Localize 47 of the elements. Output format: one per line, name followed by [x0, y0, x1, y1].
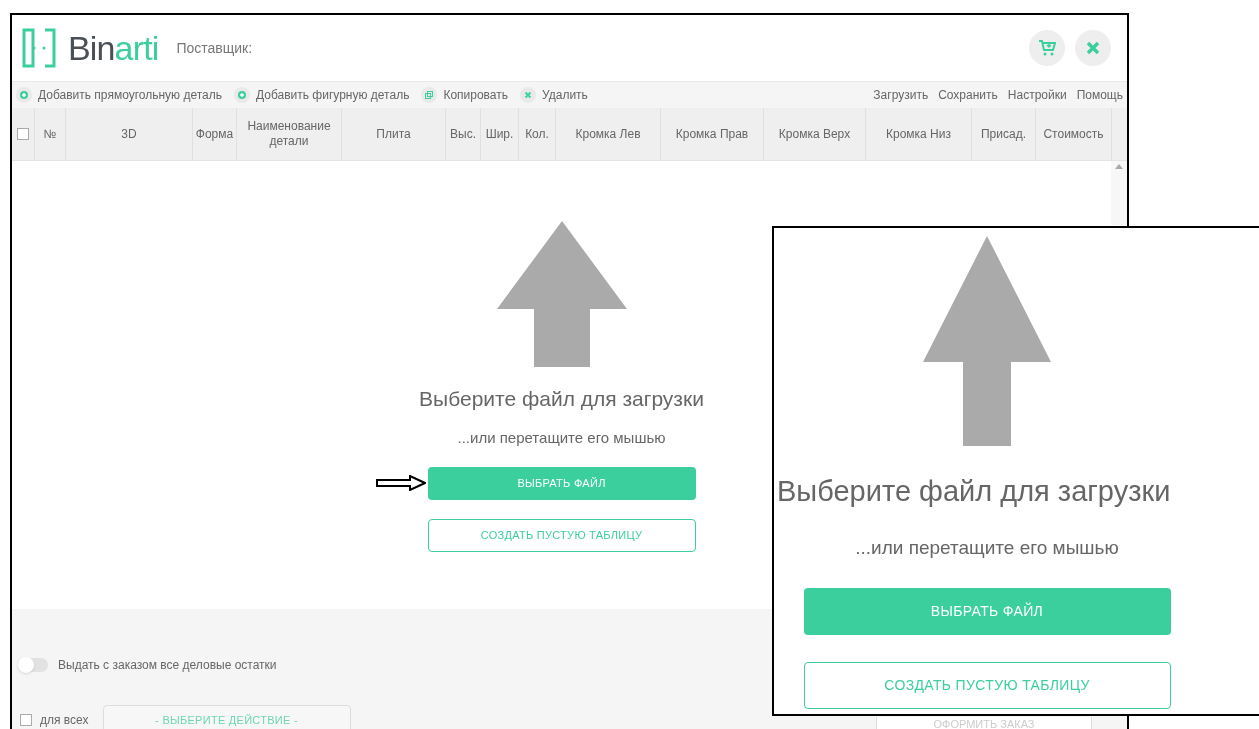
toolbar-button[interactable]: Добавить фигурную деталь	[234, 86, 410, 104]
toolbar-button[interactable]: Копировать	[421, 86, 508, 104]
column-header[interactable]: Стоимость	[1036, 108, 1112, 160]
column-header[interactable]: Кромка Верх	[764, 108, 866, 160]
upload-arrow-icon	[923, 236, 1051, 446]
column-header[interactable]: Кромка Лев	[556, 108, 661, 160]
toolbar-button[interactable]: Удалить	[520, 86, 588, 104]
column-header[interactable]: Плита	[342, 108, 446, 160]
column-header[interactable]: Кромка Прав	[661, 108, 764, 160]
select-all-checkbox[interactable]	[17, 128, 29, 140]
column-header[interactable]: Присад.	[972, 108, 1036, 160]
column-header[interactable]: Наименование детали	[237, 108, 342, 160]
cross-icon	[524, 91, 532, 99]
upload-arrow-icon	[496, 221, 627, 367]
upload-title: Выберите файл для загрузки	[419, 386, 704, 412]
column-header[interactable]: Шир.	[481, 108, 519, 160]
column-header[interactable]: Форма	[193, 108, 237, 160]
scroll-up-icon	[1115, 163, 1123, 169]
toolbar-link[interactable]: Помощь	[1076, 86, 1123, 104]
checkbox-label: для всех	[40, 712, 89, 729]
plus-icon	[20, 91, 28, 99]
column-header[interactable]: Кромка Низ	[866, 108, 972, 160]
close-icon	[1086, 41, 1100, 55]
column-header[interactable]: Кол.	[519, 108, 556, 160]
upload-title: Выберите файл для загрузки	[777, 474, 1171, 509]
supplier-label: Поставщик:	[176, 38, 253, 58]
logo-text: Binarti	[68, 31, 159, 65]
door-logo-icon	[22, 28, 56, 68]
column-header[interactable]: 3D	[66, 108, 193, 160]
checkbox[interactable]	[20, 714, 32, 726]
column-header[interactable]: Выс.	[446, 108, 481, 160]
column-header[interactable]: №	[35, 108, 66, 160]
pointer-arrow-icon	[375, 475, 426, 491]
copy-icon	[425, 91, 434, 99]
toolbar-button[interactable]: Добавить прямоугольную деталь	[16, 86, 222, 104]
scrollbar[interactable]	[1111, 161, 1127, 225]
upload-hint: ...или перетащите его мышью	[855, 535, 1119, 560]
toggle-label: Выдать с заказом все деловые остатки	[58, 657, 277, 674]
close-button[interactable]	[1075, 30, 1111, 66]
toggle-switch[interactable]	[18, 658, 48, 672]
toolbar-link[interactable]: Сохранить	[938, 86, 998, 104]
toolbar-link[interactable]: Загрузить	[873, 86, 929, 104]
cart-button[interactable]	[1029, 30, 1065, 66]
plus-icon	[238, 91, 246, 99]
cart-icon	[1038, 40, 1056, 56]
upload-hint: ...или перетащите его мышью	[457, 427, 666, 448]
toolbar-link[interactable]: Настройки	[1007, 86, 1067, 104]
